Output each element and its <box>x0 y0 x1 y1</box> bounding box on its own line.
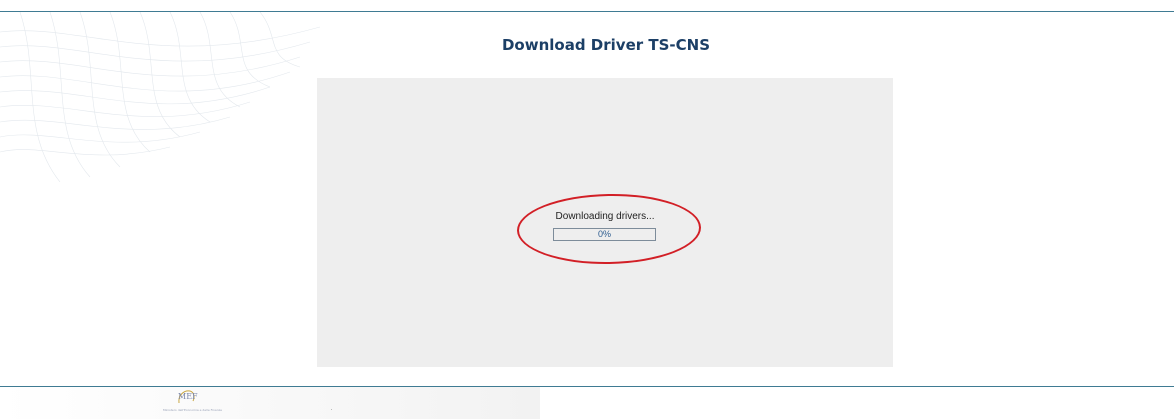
mef-logo-caption: Ministero dell'Economia e delle Finanze <box>163 408 223 412</box>
mef-logo: MEF Ministero dell'Economia e delle Fina… <box>163 388 273 414</box>
header-divider <box>0 11 1174 12</box>
page: Download Driver TS-CNS Downloading drive… <box>0 0 1174 419</box>
footer-mark <box>331 409 332 410</box>
page-title: Download Driver TS-CNS <box>501 36 710 54</box>
mef-logo-text: MEF <box>178 392 198 401</box>
